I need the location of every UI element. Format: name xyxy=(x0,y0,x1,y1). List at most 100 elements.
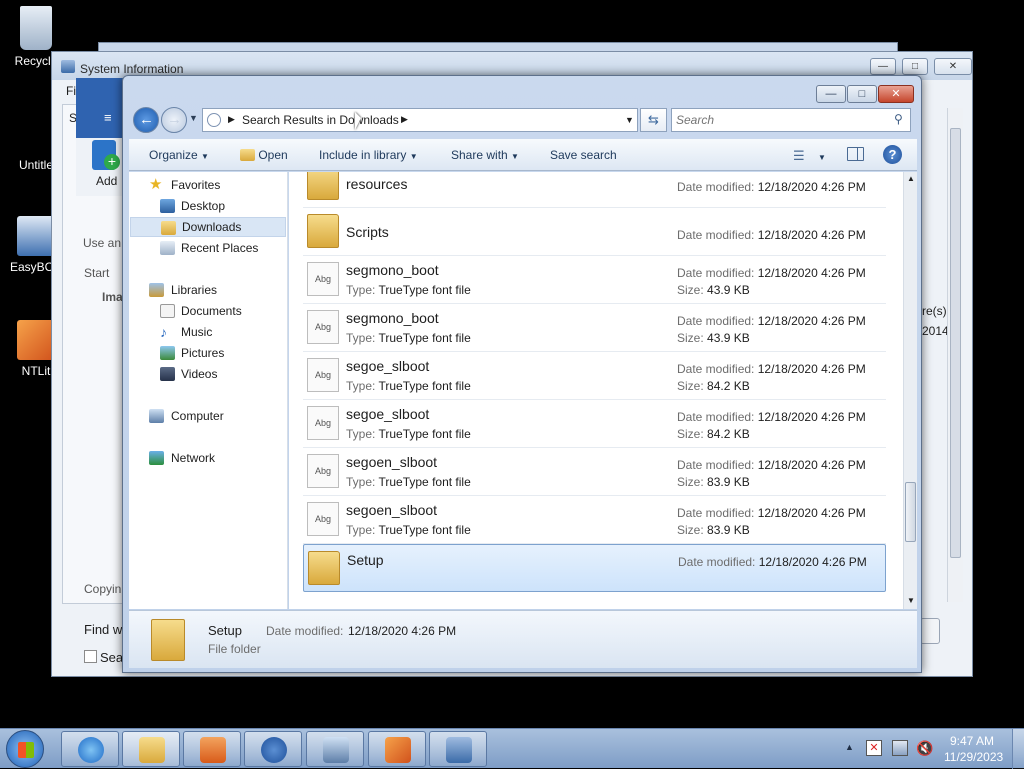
taskbar-help[interactable] xyxy=(244,731,302,767)
organize-button[interactable]: Organize ▼ xyxy=(149,148,209,162)
back-arrow-icon: ← xyxy=(139,111,154,128)
nav-item-desktop[interactable]: Desktop xyxy=(129,196,287,216)
file-date: Date modified: 12/18/2020 4:26 PM xyxy=(677,362,866,376)
add-widget[interactable]: + Add xyxy=(76,138,124,196)
start-button[interactable] xyxy=(6,730,44,768)
recent-pages-chevron-icon[interactable]: ▼ xyxy=(189,113,198,123)
type-label: Type: xyxy=(346,331,376,345)
address-path[interactable]: Search Results in Downloads xyxy=(242,113,399,127)
taskbar-computer-management[interactable] xyxy=(306,731,364,767)
nav-item-music[interactable]: ♪ Music xyxy=(129,322,287,342)
file-name: resources xyxy=(346,176,408,192)
size-value: 43.9 KB xyxy=(707,283,750,297)
explorer-window[interactable]: — □ ✕ ← → ▼ ▶ Search Results in Download… xyxy=(122,75,922,673)
search-box[interactable]: ⚲ xyxy=(671,108,911,132)
date-value: 12/18/2020 4:26 PM xyxy=(757,180,866,194)
nav-item-network[interactable]: Network xyxy=(129,448,287,468)
breadcrumb-arrow-icon[interactable]: ▶ xyxy=(401,114,408,125)
sysinfo-button[interactable] xyxy=(920,618,940,644)
sysinfo-maximize-button[interactable]: □ xyxy=(902,58,928,75)
file-date: Date modified: 12/18/2020 4:26 PM xyxy=(677,410,866,424)
taskbar: ▲ ✕ 🔇 9:47 AM 11/29/2023 xyxy=(0,728,1024,769)
file-date: Date modified: 12/18/2020 4:26 PM xyxy=(677,228,866,242)
sysinfo-menu-item[interactable]: Fi xyxy=(66,84,76,98)
action-center-icon[interactable]: ✕ xyxy=(866,740,882,756)
taskbar-system-information[interactable] xyxy=(429,731,487,767)
help-button[interactable]: ? xyxy=(883,145,902,164)
minimize-button[interactable]: — xyxy=(816,85,846,103)
nav-item-computer[interactable]: Computer xyxy=(129,406,287,426)
nav-item-favorites[interactable]: ★ Favorites xyxy=(129,175,287,195)
list-item[interactable]: Abg segmono_boot Type: TrueType font fil… xyxy=(303,256,886,304)
preview-pane-button[interactable] xyxy=(847,147,864,161)
open-button[interactable]: Open xyxy=(240,148,288,162)
close-button[interactable]: ✕ xyxy=(878,85,914,103)
list-item[interactable]: Abg segoen_slboot Type: TrueType font fi… xyxy=(303,448,886,496)
back-button[interactable]: ← xyxy=(133,107,159,133)
breadcrumb-arrow-icon[interactable]: ▶ xyxy=(228,114,235,125)
nav-item-downloads[interactable]: Downloads xyxy=(130,217,286,237)
chevron-down-icon: ▼ xyxy=(818,153,826,162)
ntlite-icon xyxy=(17,320,55,360)
nav-item-recent-places[interactable]: Recent Places xyxy=(129,238,287,258)
file-list-scrollbar[interactable]: ▲ ▼ xyxy=(903,172,917,609)
search-checkbox[interactable] xyxy=(84,650,97,663)
font-file-icon: Abg xyxy=(307,454,339,488)
list-item[interactable]: Abg segoen_slboot Type: TrueType font fi… xyxy=(303,496,886,544)
sysinfo-vscroll-thumb[interactable] xyxy=(950,128,961,558)
sysinfo-close-button[interactable]: ✕ xyxy=(934,58,972,75)
clock-time[interactable]: 9:47 AM xyxy=(950,734,994,748)
clock-date[interactable]: 11/29/2023 xyxy=(944,750,1003,764)
type-label: Type: xyxy=(346,523,376,537)
list-item-selected[interactable]: Setup Date modified: 12/18/2020 4:26 PM xyxy=(303,544,886,592)
taskbar-internet-explorer[interactable] xyxy=(61,731,119,767)
scroll-up-icon[interactable]: ▲ xyxy=(907,174,915,183)
include-in-library-button[interactable]: Include in library ▼ xyxy=(319,148,418,162)
forward-button[interactable]: → xyxy=(161,107,187,133)
size-label: Size: xyxy=(677,475,704,489)
sysinfo-minimize-button[interactable]: — xyxy=(870,58,896,75)
size-value: 84.2 KB xyxy=(707,379,750,393)
nav-item-documents[interactable]: Documents xyxy=(129,301,287,321)
add-label: Add xyxy=(96,174,118,188)
date-value: 12/18/2020 4:26 PM xyxy=(757,506,866,520)
address-bar[interactable]: ▶ Search Results in Downloads ▶ ▼ xyxy=(202,108,638,132)
nav-label: Documents xyxy=(181,304,242,318)
mouse-cursor xyxy=(355,112,361,130)
view-options-button[interactable]: ☰ ▼ xyxy=(793,148,826,164)
volume-muted-icon[interactable]: 🔇 xyxy=(916,740,933,757)
save-search-button[interactable]: Save search xyxy=(550,148,617,162)
details-type: File folder xyxy=(208,642,261,656)
font-file-icon: Abg xyxy=(307,358,339,392)
nav-item-pictures[interactable]: Pictures xyxy=(129,343,287,363)
refresh-button[interactable]: ⇆ xyxy=(640,108,667,132)
include-in-library-label: Include in library xyxy=(319,148,407,162)
maximize-button[interactable]: □ xyxy=(847,85,877,103)
address-dropdown-icon[interactable]: ▼ xyxy=(625,115,634,125)
file-list[interactable]: resources Date modified: 12/18/2020 4:26… xyxy=(289,172,903,609)
file-type: Type: TrueType font file xyxy=(346,475,471,489)
taskbar-windows-explorer[interactable] xyxy=(122,731,180,767)
share-with-button[interactable]: Share with ▼ xyxy=(451,148,519,162)
scrollbar-thumb[interactable] xyxy=(905,482,916,542)
list-item[interactable]: Abg segmono_boot Type: TrueType font fil… xyxy=(303,304,886,352)
list-item[interactable]: Abg segoe_slboot Type: TrueType font fil… xyxy=(303,400,886,448)
list-item[interactable]: Scripts Date modified: 12/18/2020 4:26 P… xyxy=(303,208,886,256)
nav-item-libraries[interactable]: Libraries xyxy=(129,280,287,300)
nav-item-videos[interactable]: Videos xyxy=(129,364,287,384)
scroll-down-icon[interactable]: ▼ xyxy=(907,596,915,605)
show-hidden-icons-icon[interactable]: ▲ xyxy=(845,742,854,752)
taskbar-media-player[interactable] xyxy=(183,731,241,767)
command-bar: Organize ▼ Open Include in library ▼ Sha… xyxy=(129,139,917,171)
show-desktop-button[interactable] xyxy=(1012,729,1024,769)
file-name: Setup xyxy=(347,552,384,568)
list-item[interactable]: Abg segoe_slboot Type: TrueType font fil… xyxy=(303,352,886,400)
network-status-icon[interactable] xyxy=(892,740,908,756)
search-input[interactable] xyxy=(676,112,886,128)
sysinfo-right-text: re(s) xyxy=(922,304,947,318)
file-type: Type: TrueType font file xyxy=(346,427,471,441)
sysinfo-vscroll[interactable] xyxy=(947,108,963,602)
list-item[interactable]: resources Date modified: 12/18/2020 4:26… xyxy=(303,172,886,208)
taskbar-ntlite[interactable] xyxy=(368,731,426,767)
use-an-text: Use an xyxy=(83,236,122,250)
